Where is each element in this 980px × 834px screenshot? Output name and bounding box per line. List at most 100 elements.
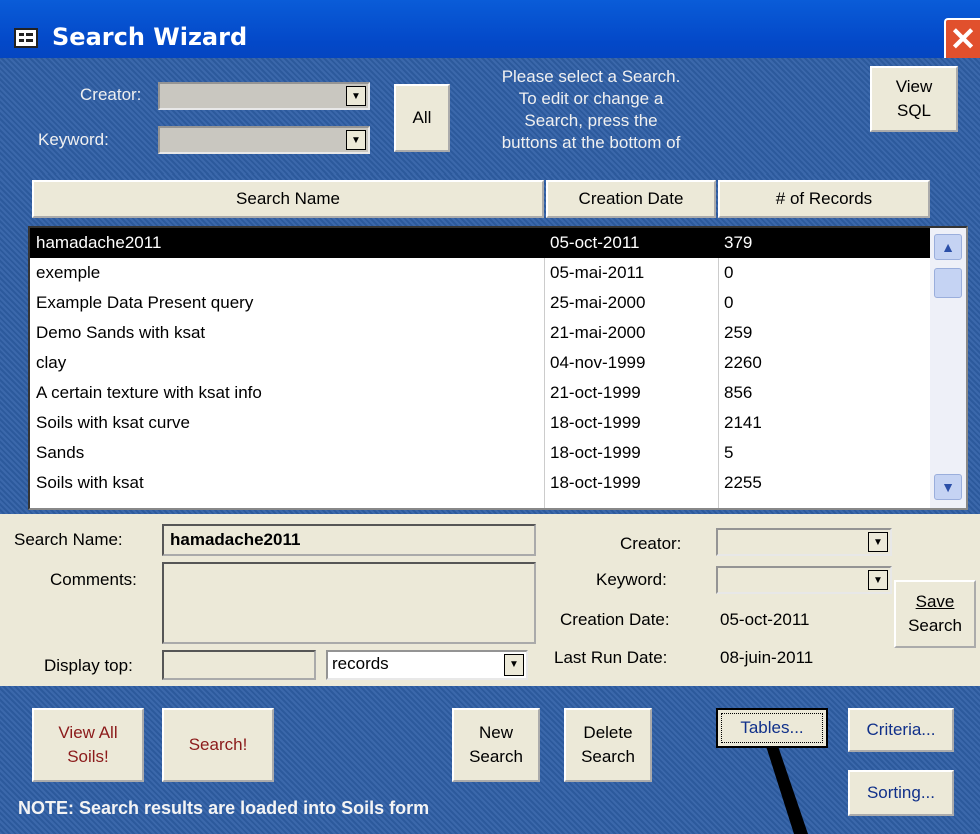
save-search-line2: Search xyxy=(908,616,962,635)
row-records: 5 xyxy=(724,443,734,462)
chevron-down-icon[interactable]: ▼ xyxy=(346,86,366,106)
all-button[interactable]: All xyxy=(394,84,450,152)
view-sql-button[interactable]: View SQL xyxy=(870,66,958,132)
new-search-button[interactable]: New Search xyxy=(452,708,540,782)
search-list[interactable]: hamadache2011 05-oct-2011 379 exemple 05… xyxy=(28,226,968,510)
scroll-up-icon[interactable]: ▲ xyxy=(934,234,962,260)
list-item[interactable]: Soils with ksat curve 18-oct-1999 2141 xyxy=(30,408,930,438)
search-name-value: hamadache2011 xyxy=(170,530,301,549)
new-search-line1: New xyxy=(478,723,513,742)
detail-keyword-select[interactable]: ▼ xyxy=(716,566,892,594)
row-name: clay xyxy=(36,353,67,372)
row-date: 18-oct-1999 xyxy=(550,413,641,432)
list-item[interactable]: exemple 05-mai-2011 0 xyxy=(30,258,930,288)
instruction-line: buttons at the bottom of xyxy=(501,133,681,152)
creator-filter-label: Creator: xyxy=(80,85,142,104)
row-records: 2260 xyxy=(724,353,762,372)
row-date: 18-oct-1999 xyxy=(550,443,641,462)
row-records: 2255 xyxy=(724,473,762,492)
chevron-down-icon[interactable]: ▼ xyxy=(868,570,888,590)
row-records: 856 xyxy=(724,383,753,402)
row-name: Demo Sands with ksat xyxy=(36,323,206,342)
records-select-value: records xyxy=(332,654,389,673)
instructions-text: Please select a Search. To edit or chang… xyxy=(456,66,726,166)
form-icon xyxy=(14,28,38,48)
row-date: 25-mai-2000 xyxy=(550,293,646,312)
tables-button[interactable]: Tables... xyxy=(716,708,828,748)
row-date: 05-oct-2011 xyxy=(550,233,640,252)
row-date: 05-mai-2011 xyxy=(550,263,645,282)
last-run-date-value: 08-juin-2011 xyxy=(720,648,814,667)
view-all-soils-button[interactable]: View All Soils! xyxy=(32,708,144,782)
row-date: 04-nov-1999 xyxy=(550,353,646,372)
keyword-filter-select[interactable]: ▼ xyxy=(158,126,370,154)
last-run-date-label: Last Run Date: xyxy=(554,648,668,667)
row-date: 21-oct-1999 xyxy=(550,383,641,402)
note-text: NOTE: Search results are loaded into Soi… xyxy=(18,798,430,818)
save-search-button[interactable]: Save Search xyxy=(894,580,976,648)
display-top-label: Display top: xyxy=(44,656,133,675)
scroll-down-icon[interactable]: ▼ xyxy=(934,474,962,500)
list-item[interactable]: A certain texture with ksat info 21-oct-… xyxy=(30,378,930,408)
scroll-thumb[interactable] xyxy=(934,268,962,298)
search-name-field[interactable]: hamadache2011 xyxy=(162,524,536,556)
list-scrollbar[interactable]: ▲ ▼ xyxy=(930,228,966,508)
row-records: 259 xyxy=(724,323,753,342)
delete-search-line2: Search xyxy=(581,747,635,766)
creation-date-label: Creation Date: xyxy=(560,610,670,629)
column-header-records[interactable]: # of Records xyxy=(718,180,930,218)
row-date: 18-oct-1999 xyxy=(550,473,641,492)
creation-date-value: 05-oct-2011 xyxy=(720,610,810,629)
chevron-down-icon[interactable]: ▼ xyxy=(346,130,366,150)
instruction-line: Please select a Search. xyxy=(501,67,681,86)
column-header-creation-date[interactable]: Creation Date xyxy=(546,180,716,218)
delete-search-button[interactable]: Delete Search xyxy=(564,708,652,782)
chevron-down-icon[interactable]: ▼ xyxy=(504,654,524,676)
row-records: 0 xyxy=(724,263,734,282)
row-name: Soils with ksat curve xyxy=(36,413,190,432)
row-name: Soils with ksat xyxy=(36,473,144,492)
detail-creator-select[interactable]: ▼ xyxy=(716,528,892,556)
list-item[interactable]: Example Data Present query 25-mai-2000 0 xyxy=(30,288,930,318)
view-all-line1: View All xyxy=(58,723,118,742)
list-item[interactable]: Demo Sands with ksat 21-mai-2000 259 xyxy=(30,318,930,348)
comments-label: Comments: xyxy=(50,570,137,589)
row-date: 21-mai-2000 xyxy=(550,323,646,342)
sorting-button[interactable]: Sorting... xyxy=(848,770,954,816)
row-records: 0 xyxy=(724,293,734,312)
row-name: exemple xyxy=(36,263,101,282)
row-records: 2141 xyxy=(724,413,762,432)
criteria-button[interactable]: Criteria... xyxy=(848,708,954,752)
list-item[interactable]: clay 04-nov-1999 2260 xyxy=(30,348,930,378)
comments-field[interactable] xyxy=(162,562,536,644)
row-records: 379 xyxy=(724,233,753,252)
pointer-arrow-icon xyxy=(766,746,808,834)
view-sql-line1: View xyxy=(895,77,933,96)
detail-creator-label: Creator: xyxy=(620,534,682,553)
detail-panel: Search Name: hamadache2011 Comments: Dis… xyxy=(0,514,980,686)
row-name: Example Data Present query xyxy=(36,293,254,312)
detail-keyword-label: Keyword: xyxy=(596,570,667,589)
keyword-filter-label: Keyword: xyxy=(38,130,109,149)
row-name: hamadache2011 xyxy=(36,233,162,252)
creator-filter-select[interactable]: ▼ xyxy=(158,82,370,110)
search-name-label: Search Name: xyxy=(14,530,123,549)
chevron-down-icon[interactable]: ▼ xyxy=(868,532,888,552)
save-search-line1: Save xyxy=(915,592,955,611)
instruction-line: Search, press the xyxy=(524,111,658,130)
list-item[interactable]: hamadache2011 05-oct-2011 379 xyxy=(30,228,930,258)
records-select[interactable]: records ▼ xyxy=(326,650,528,680)
new-search-line2: Search xyxy=(469,747,523,766)
column-header-search-name[interactable]: Search Name xyxy=(32,180,544,218)
search-button[interactable]: Search! xyxy=(162,708,274,782)
view-all-line2: Soils! xyxy=(67,747,109,766)
search-wizard-window: Search Wizard ✕ Creator: ▼ Keyword: ▼ Al… xyxy=(0,0,980,834)
display-top-field[interactable] xyxy=(162,650,316,680)
close-icon[interactable]: ✕ xyxy=(944,18,980,62)
instruction-line: To edit or change a xyxy=(518,89,664,108)
row-name: A certain texture with ksat info xyxy=(36,383,262,402)
delete-search-line1: Delete xyxy=(583,723,633,742)
view-sql-line2: SQL xyxy=(896,101,932,120)
list-item[interactable]: Soils with ksat 18-oct-1999 2255 xyxy=(30,468,930,498)
list-item[interactable]: Sands 18-oct-1999 5 xyxy=(30,438,930,468)
